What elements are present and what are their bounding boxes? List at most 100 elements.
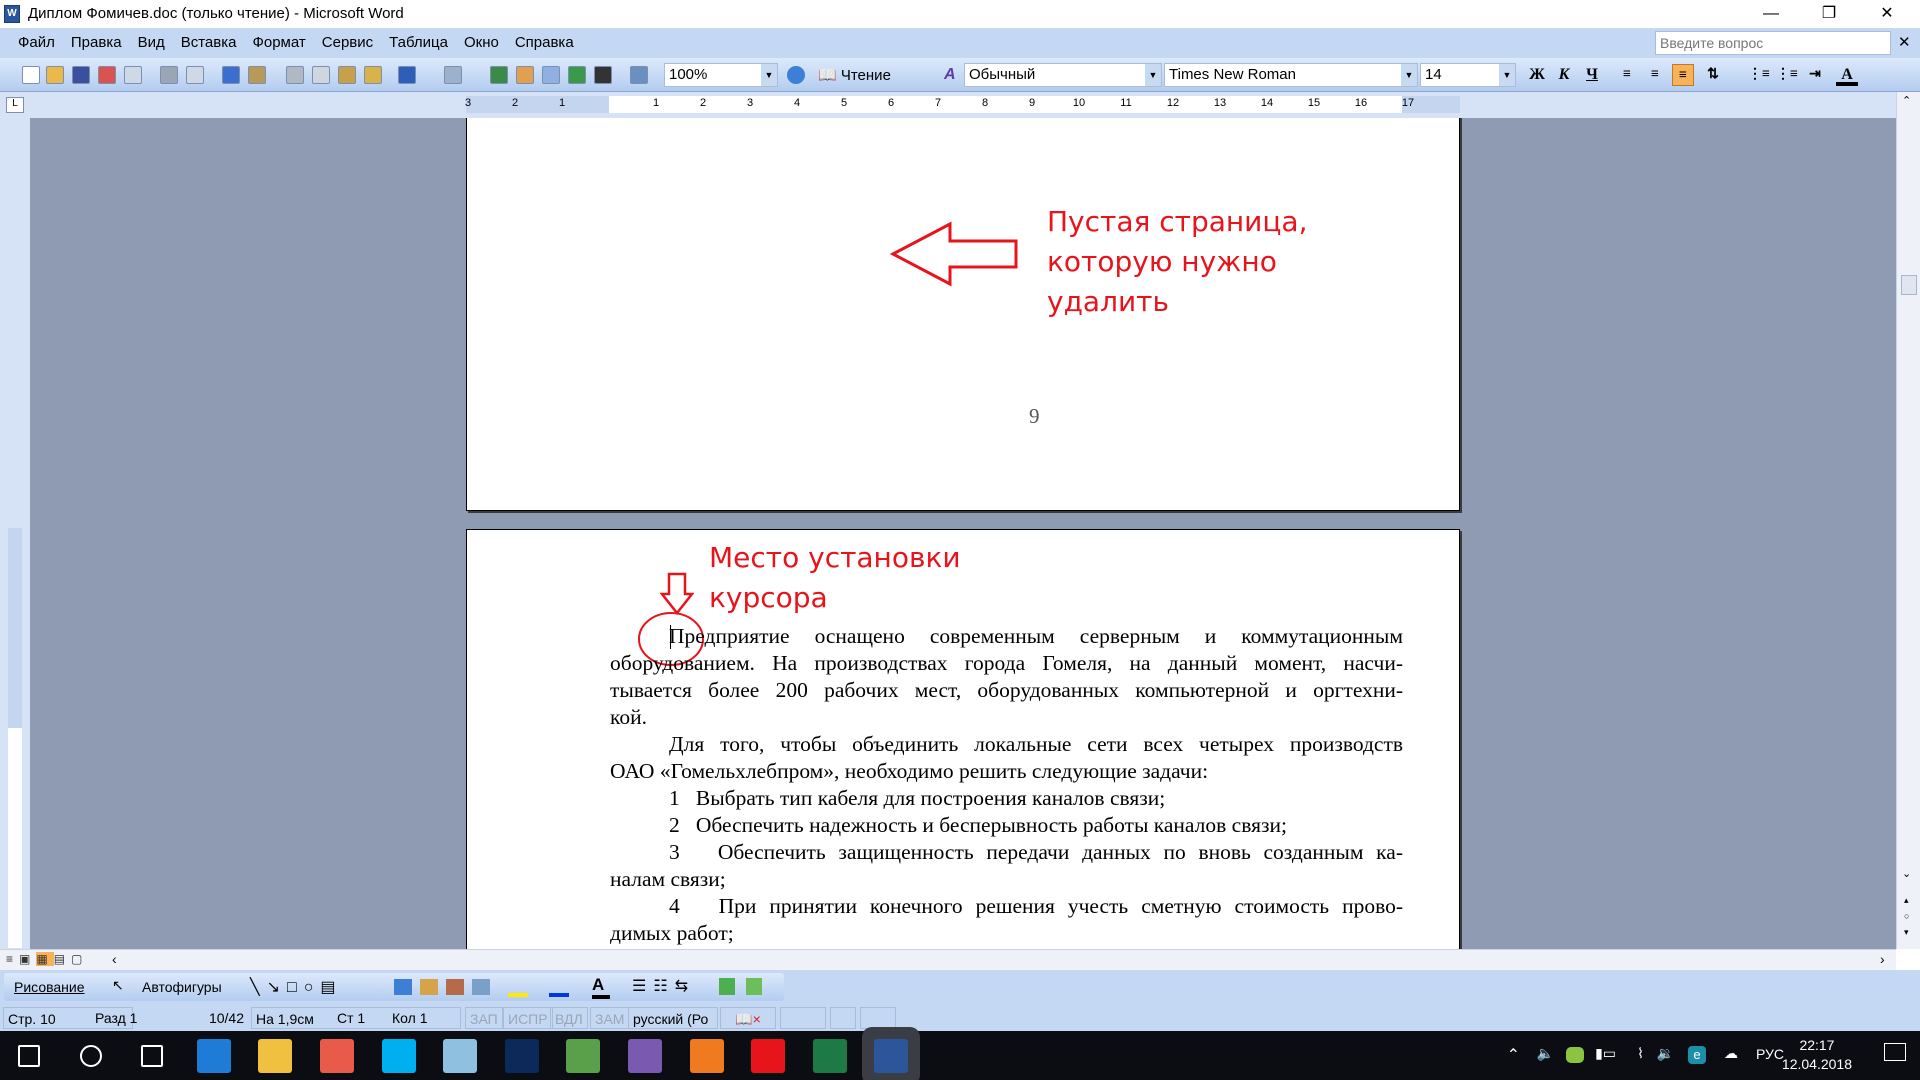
redo-icon[interactable] — [444, 66, 462, 84]
scroll-up-icon[interactable]: ⌃ — [1902, 94, 1911, 107]
close-button[interactable]: ✕ — [1864, 0, 1910, 28]
menu-4[interactable]: Формат — [244, 28, 313, 58]
drawing-menu-button[interactable]: Рисование — [14, 979, 85, 995]
menu-8[interactable]: Справка — [507, 28, 582, 58]
new-doc-icon[interactable] — [22, 66, 40, 84]
taskbar-edge-icon[interactable] — [196, 1039, 231, 1073]
shadow-icon[interactable] — [719, 978, 735, 995]
diagram-icon[interactable] — [420, 979, 438, 995]
document-area[interactable]: 9 Пустая страница, которую нужно удалить… — [30, 118, 1896, 949]
status-rec[interactable]: ЗАП — [465, 1007, 503, 1029]
ask-question-input[interactable]: Введите вопрос — [1655, 31, 1891, 55]
status-language[interactable]: русский (Ро — [628, 1007, 718, 1029]
minimize-button[interactable]: — — [1748, 0, 1794, 28]
reading-mode-button[interactable]: 📖 Чтение — [818, 66, 891, 84]
input-language[interactable]: РУС — [1756, 1046, 1784, 1062]
font-color-icon[interactable]: A — [592, 975, 610, 999]
taskbar-firefox-icon[interactable] — [689, 1039, 724, 1073]
print-icon[interactable] — [160, 66, 178, 84]
align-center-button[interactable]: ≡ — [1644, 64, 1666, 86]
line-spacing-button[interactable]: ⇅ — [1702, 64, 1724, 86]
wordart-icon[interactable] — [394, 979, 412, 995]
menu-0[interactable]: Файл — [10, 28, 63, 58]
spelling-icon[interactable] — [222, 66, 240, 84]
insert-table-icon[interactable] — [542, 66, 560, 84]
styles-icon[interactable]: A — [944, 66, 956, 84]
taskbar-word-icon[interactable] — [874, 1039, 909, 1073]
menu-5[interactable]: Сервис — [314, 28, 381, 58]
menu-1[interactable]: Правка — [63, 28, 130, 58]
scroll-left-icon[interactable]: ‹ — [112, 951, 117, 967]
bullet-list-button[interactable]: ⋮≡ — [1776, 64, 1798, 86]
taskbar-app-icon[interactable] — [443, 1039, 478, 1073]
horizontal-scrollbar[interactable]: ≡▣▦▤▢ ‹ › — [0, 949, 1896, 970]
chevron-down-icon[interactable]: ▼ — [761, 64, 777, 86]
insert-excel-icon[interactable] — [568, 66, 586, 84]
drawing-tools-icons[interactable]: ╲↘□○▤ — [250, 977, 342, 997]
numbered-list-button[interactable]: ⋮≡ — [1748, 64, 1770, 86]
fill-color-icon[interactable] — [508, 977, 528, 997]
eset-icon[interactable]: e — [1688, 1046, 1706, 1064]
taskbar-save-icon[interactable] — [628, 1039, 662, 1073]
status-ext[interactable]: ВДЛ — [550, 1007, 588, 1029]
document-body[interactable]: Предприятие оснащено современным серверн… — [610, 623, 1403, 947]
open-icon[interactable] — [46, 66, 64, 84]
zoom-combo[interactable]: 100% ▼ — [664, 63, 778, 87]
hyperlink-icon[interactable] — [490, 66, 508, 84]
view-buttons[interactable]: ≡▣▦▤▢ — [6, 952, 88, 966]
menu-7[interactable]: Окно — [456, 28, 507, 58]
page-blank[interactable]: 9 Пустая страница, которую нужно удалить — [466, 118, 1460, 511]
save-icon[interactable] — [72, 66, 90, 84]
tab-selector[interactable]: L — [6, 97, 24, 113]
format-painter-icon[interactable] — [364, 66, 382, 84]
align-left-button[interactable]: ≡ — [1616, 64, 1638, 86]
status-trk[interactable]: ИСПР — [503, 1007, 553, 1029]
menu-3[interactable]: Вставка — [173, 28, 245, 58]
font-color-button[interactable]: A — [1836, 64, 1858, 86]
clock[interactable]: 22:17 12.04.2018 — [1782, 1036, 1852, 1074]
permission-icon[interactable] — [98, 66, 116, 84]
research-icon[interactable] — [248, 66, 266, 84]
taskbar-task-view-icon[interactable] — [141, 1045, 164, 1067]
scroll-thumb[interactable] — [1901, 275, 1917, 295]
chevron-down-icon[interactable]: ▼ — [1145, 64, 1161, 86]
spelling-status-icon[interactable]: 📖× — [720, 1007, 776, 1029]
battery-icon[interactable]: ▮▭ — [1595, 1045, 1616, 1062]
italic-button[interactable]: К — [1553, 64, 1575, 86]
browse-object-icons[interactable]: ▴ ○ ▾ — [1904, 892, 1909, 940]
volume-icon[interactable]: 🔉 — [1657, 1045, 1674, 1062]
scroll-down-icon[interactable]: ⌄ — [1902, 867, 1911, 880]
security-app-icon[interactable] — [1566, 1047, 1584, 1063]
3d-icon[interactable] — [746, 978, 762, 995]
email-icon[interactable] — [124, 66, 142, 84]
line-style-icons[interactable]: ☰☷⇆ — [632, 976, 695, 996]
columns-icon[interactable] — [594, 66, 612, 84]
font-combo[interactable]: Times New Roman ▼ — [1164, 63, 1418, 87]
bold-button[interactable]: Ж — [1526, 64, 1548, 86]
wifi-icon[interactable]: ⌇ — [1637, 1045, 1644, 1062]
notifications-icon[interactable] — [1884, 1043, 1906, 1061]
close-document-icon[interactable]: ✕ — [1898, 33, 1911, 51]
indent-button[interactable]: ⇥ — [1804, 64, 1826, 86]
taskbar-explorer-icon[interactable] — [258, 1039, 293, 1073]
taskbar-excel-icon[interactable] — [812, 1039, 847, 1073]
taskbar-app2-icon[interactable] — [566, 1039, 601, 1073]
cloud-sync-icon[interactable]: ☁ — [1724, 1045, 1738, 1062]
scroll-right-icon[interactable]: › — [1880, 951, 1885, 967]
chevron-down-icon[interactable]: ▼ — [1401, 64, 1417, 86]
status-ovr[interactable]: ЗАМ — [590, 1007, 630, 1029]
underline-button[interactable]: Ч — [1581, 64, 1603, 86]
taskbar-skype-icon[interactable] — [381, 1039, 416, 1073]
vertical-scrollbar[interactable]: ⌃ ⌄ ▴ ○ ▾ — [1896, 92, 1920, 949]
paste-icon[interactable] — [338, 66, 356, 84]
restore-button[interactable]: ❐ — [1806, 0, 1852, 28]
menu-6[interactable]: Таблица — [381, 28, 456, 58]
print-preview-icon[interactable] — [186, 66, 204, 84]
cut-icon[interactable] — [286, 66, 304, 84]
help-icon[interactable] — [787, 66, 805, 84]
autoshapes-menu-button[interactable]: Автофигуры — [142, 979, 222, 995]
copy-icon[interactable] — [312, 66, 330, 84]
page-content[interactable]: Место установки курсора Предприятие осна… — [466, 529, 1460, 949]
tables-borders-icon[interactable] — [516, 66, 534, 84]
select-objects-icon[interactable]: ↖ — [112, 977, 124, 994]
